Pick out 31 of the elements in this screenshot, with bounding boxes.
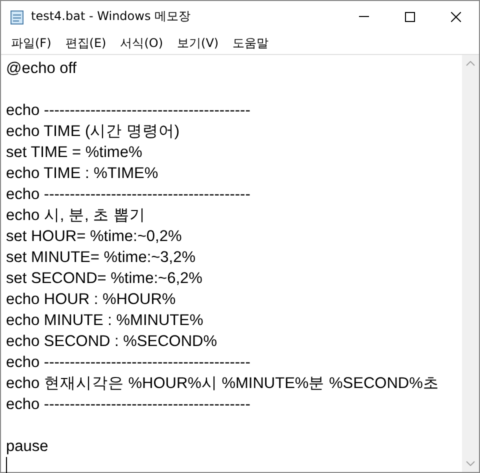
menu-item[interactable]: 서식(O) <box>113 32 170 54</box>
window-title: test4.bat - Windows 메모장 <box>31 8 192 25</box>
menu-item[interactable]: 보기(V) <box>170 32 226 54</box>
text-line: echo ---------------------------------------- <box>6 185 250 205</box>
notepad-icon <box>9 8 25 24</box>
text-line: echo ---------------------------------------- <box>6 101 250 121</box>
text-line: set SECOND= %time:~6,2% <box>6 269 202 289</box>
text-line: echo TIME (시간 명령어) <box>6 122 180 142</box>
text-line: echo SECOND : %SECOND% <box>6 332 218 352</box>
text-line: echo 현재시각은 %HOUR%시 %MINUTE%분 %SECOND%초 <box>6 374 439 394</box>
scrollbar[interactable] <box>462 55 479 472</box>
text-line: echo 시, 분, 초 뽑기 <box>6 206 146 226</box>
text-cursor <box>6 457 7 473</box>
text-line: echo TIME : %TIME% <box>6 164 158 184</box>
text-line: set TIME = %time% <box>6 143 142 163</box>
text-line: echo ---------------------------------------- <box>6 395 250 415</box>
text-line: echo MINUTE : %MINUTE% <box>6 311 204 331</box>
menu-item[interactable]: 파일(F) <box>4 32 58 54</box>
text-line: echo HOUR : %HOUR% <box>6 290 176 310</box>
text-line: pause <box>6 437 48 457</box>
text-line: echo ---------------------------------------- <box>6 353 250 373</box>
text-line: @echo off <box>6 59 77 79</box>
scroll-down-icon <box>466 461 475 466</box>
close-icon <box>451 12 461 22</box>
menu-item[interactable]: 편집(E) <box>58 32 114 54</box>
minimize-icon <box>359 16 369 17</box>
text-line: set MINUTE= %time:~3,2% <box>6 248 196 268</box>
maximize-icon <box>405 12 415 22</box>
text-line: set HOUR= %time:~0,2% <box>6 227 182 247</box>
scroll-up-icon <box>466 61 475 66</box>
menu-item[interactable]: 도움말 <box>226 32 276 54</box>
